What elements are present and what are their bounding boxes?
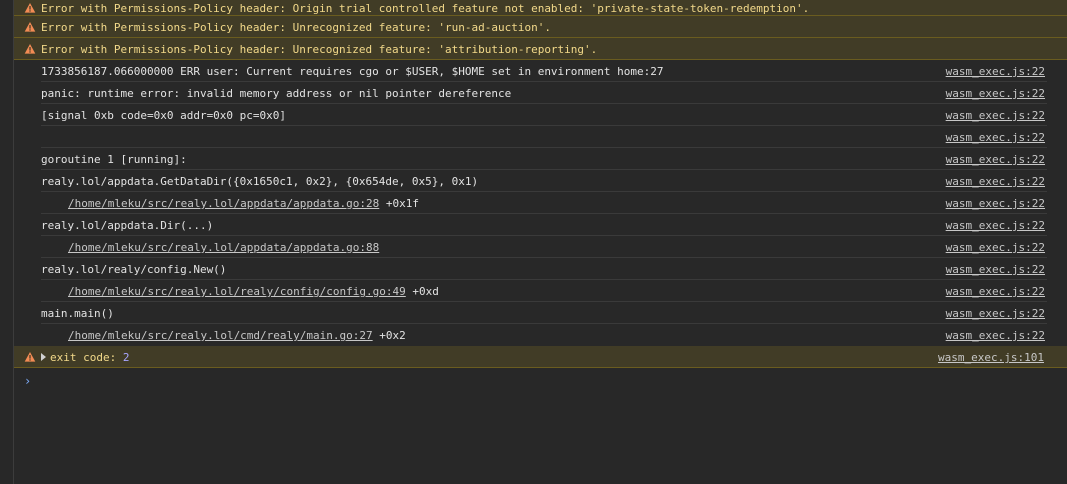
source-link[interactable]: wasm_exec.js:22 bbox=[946, 108, 1045, 123]
frame-offset: +0x2 bbox=[372, 329, 406, 342]
log-message: /home/mleku/src/realy.lol/cmd/realy/main… bbox=[41, 324, 1047, 346]
source-link[interactable]: wasm_exec.js:101 bbox=[938, 350, 1044, 365]
file-path-link[interactable]: /home/mleku/src/realy.lol/realy/config/c… bbox=[68, 285, 406, 298]
stack-frame: /home/mleku/src/realy.lol/appdata/appdat… bbox=[68, 240, 379, 255]
log-message: realy.lol/appdata.GetDataDir({0x1650c1, … bbox=[41, 170, 1047, 192]
warning-icon bbox=[24, 3, 36, 13]
stack-frame: /home/mleku/src/realy.lol/realy/config/c… bbox=[68, 284, 439, 299]
console-input[interactable] bbox=[41, 370, 1041, 390]
log-text: 1733856187.066000000 ERR user: Current r… bbox=[41, 65, 664, 78]
log-message: [signal 0xb code=0x0 addr=0x0 pc=0x0] wa… bbox=[41, 104, 1047, 126]
source-link[interactable]: wasm_exec.js:22 bbox=[946, 196, 1045, 211]
warning-text: Error with Permissions-Policy header: Un… bbox=[41, 43, 598, 56]
warning-message: Error with Permissions-Policy header: Un… bbox=[14, 16, 1067, 38]
exit-code-value: 2 bbox=[122, 351, 130, 364]
exit-code-label: exit code: bbox=[50, 351, 123, 364]
warning-text: Error with Permissions-Policy header: Un… bbox=[41, 21, 551, 34]
source-link[interactable]: wasm_exec.js:22 bbox=[946, 240, 1045, 255]
log-text: panic: runtime error: invalid memory add… bbox=[41, 87, 512, 100]
source-link[interactable]: wasm_exec.js:22 bbox=[946, 218, 1045, 233]
warning-icon bbox=[24, 22, 36, 32]
file-path-link[interactable]: /home/mleku/src/realy.lol/appdata/appdat… bbox=[68, 197, 379, 210]
source-link[interactable]: wasm_exec.js:22 bbox=[946, 64, 1045, 79]
file-path-link[interactable]: /home/mleku/src/realy.lol/cmd/realy/main… bbox=[68, 329, 373, 342]
log-message: panic: runtime error: invalid memory add… bbox=[41, 82, 1047, 104]
warning-message: Error with Permissions-Policy header: Un… bbox=[14, 38, 1067, 60]
stack-frame: /home/mleku/src/realy.lol/cmd/realy/main… bbox=[68, 328, 406, 343]
warning-message: Error with Permissions-Policy header: Or… bbox=[14, 0, 1067, 16]
exit-code-message: exit code: 2 wasm_exec.js:101 bbox=[14, 346, 1067, 368]
frame-offset: +0xd bbox=[405, 285, 439, 298]
source-link[interactable]: wasm_exec.js:22 bbox=[946, 174, 1045, 189]
left-gutter bbox=[0, 0, 14, 484]
log-message: /home/mleku/src/realy.lol/appdata/appdat… bbox=[41, 236, 1047, 258]
warning-icon bbox=[24, 44, 36, 54]
log-message: /home/mleku/src/realy.lol/appdata/appdat… bbox=[41, 192, 1047, 214]
log-message: realy.lol/appdata.Dir(...) wasm_exec.js:… bbox=[41, 214, 1047, 236]
source-link[interactable]: wasm_exec.js:22 bbox=[946, 262, 1045, 277]
log-text: realy.lol/realy/config.New() bbox=[41, 263, 227, 276]
source-link[interactable]: wasm_exec.js:22 bbox=[946, 284, 1045, 299]
source-link[interactable]: wasm_exec.js:22 bbox=[946, 328, 1045, 343]
source-link[interactable]: wasm_exec.js:22 bbox=[946, 130, 1045, 145]
frame-offset: +0x1f bbox=[379, 197, 420, 210]
log-message: 1733856187.066000000 ERR user: Current r… bbox=[41, 60, 1047, 82]
log-message: /home/mleku/src/realy.lol/realy/config/c… bbox=[41, 280, 1047, 302]
stack-frame: /home/mleku/src/realy.lol/appdata/appdat… bbox=[68, 196, 419, 211]
log-message: main.main() wasm_exec.js:22 bbox=[41, 302, 1047, 324]
file-path-link[interactable]: /home/mleku/src/realy.lol/appdata/appdat… bbox=[68, 241, 379, 254]
log-text: goroutine 1 [running]: bbox=[41, 153, 187, 166]
source-link[interactable]: wasm_exec.js:22 bbox=[946, 152, 1045, 167]
log-message: wasm_exec.js:22 bbox=[41, 126, 1047, 148]
exit-code-text: exit code: 2 bbox=[41, 350, 129, 365]
warning-icon bbox=[24, 352, 36, 362]
log-text: realy.lol/appdata.GetDataDir({0x1650c1, … bbox=[41, 175, 479, 188]
log-text: [signal 0xb code=0x0 addr=0x0 pc=0x0] bbox=[41, 109, 287, 122]
console-prompt-icon: › bbox=[24, 374, 32, 388]
warning-text: Error with Permissions-Policy header: Or… bbox=[41, 2, 810, 15]
log-message: goroutine 1 [running]: wasm_exec.js:22 bbox=[41, 148, 1047, 170]
source-link[interactable]: wasm_exec.js:22 bbox=[946, 306, 1045, 321]
source-link[interactable]: wasm_exec.js:22 bbox=[946, 86, 1045, 101]
log-text: realy.lol/appdata.Dir(...) bbox=[41, 219, 214, 232]
expand-triangle-icon[interactable] bbox=[41, 353, 46, 361]
console-panel: Error with Permissions-Policy header: Or… bbox=[14, 0, 1067, 484]
log-message: realy.lol/realy/config.New() wasm_exec.j… bbox=[41, 258, 1047, 280]
log-text: main.main() bbox=[41, 307, 114, 320]
